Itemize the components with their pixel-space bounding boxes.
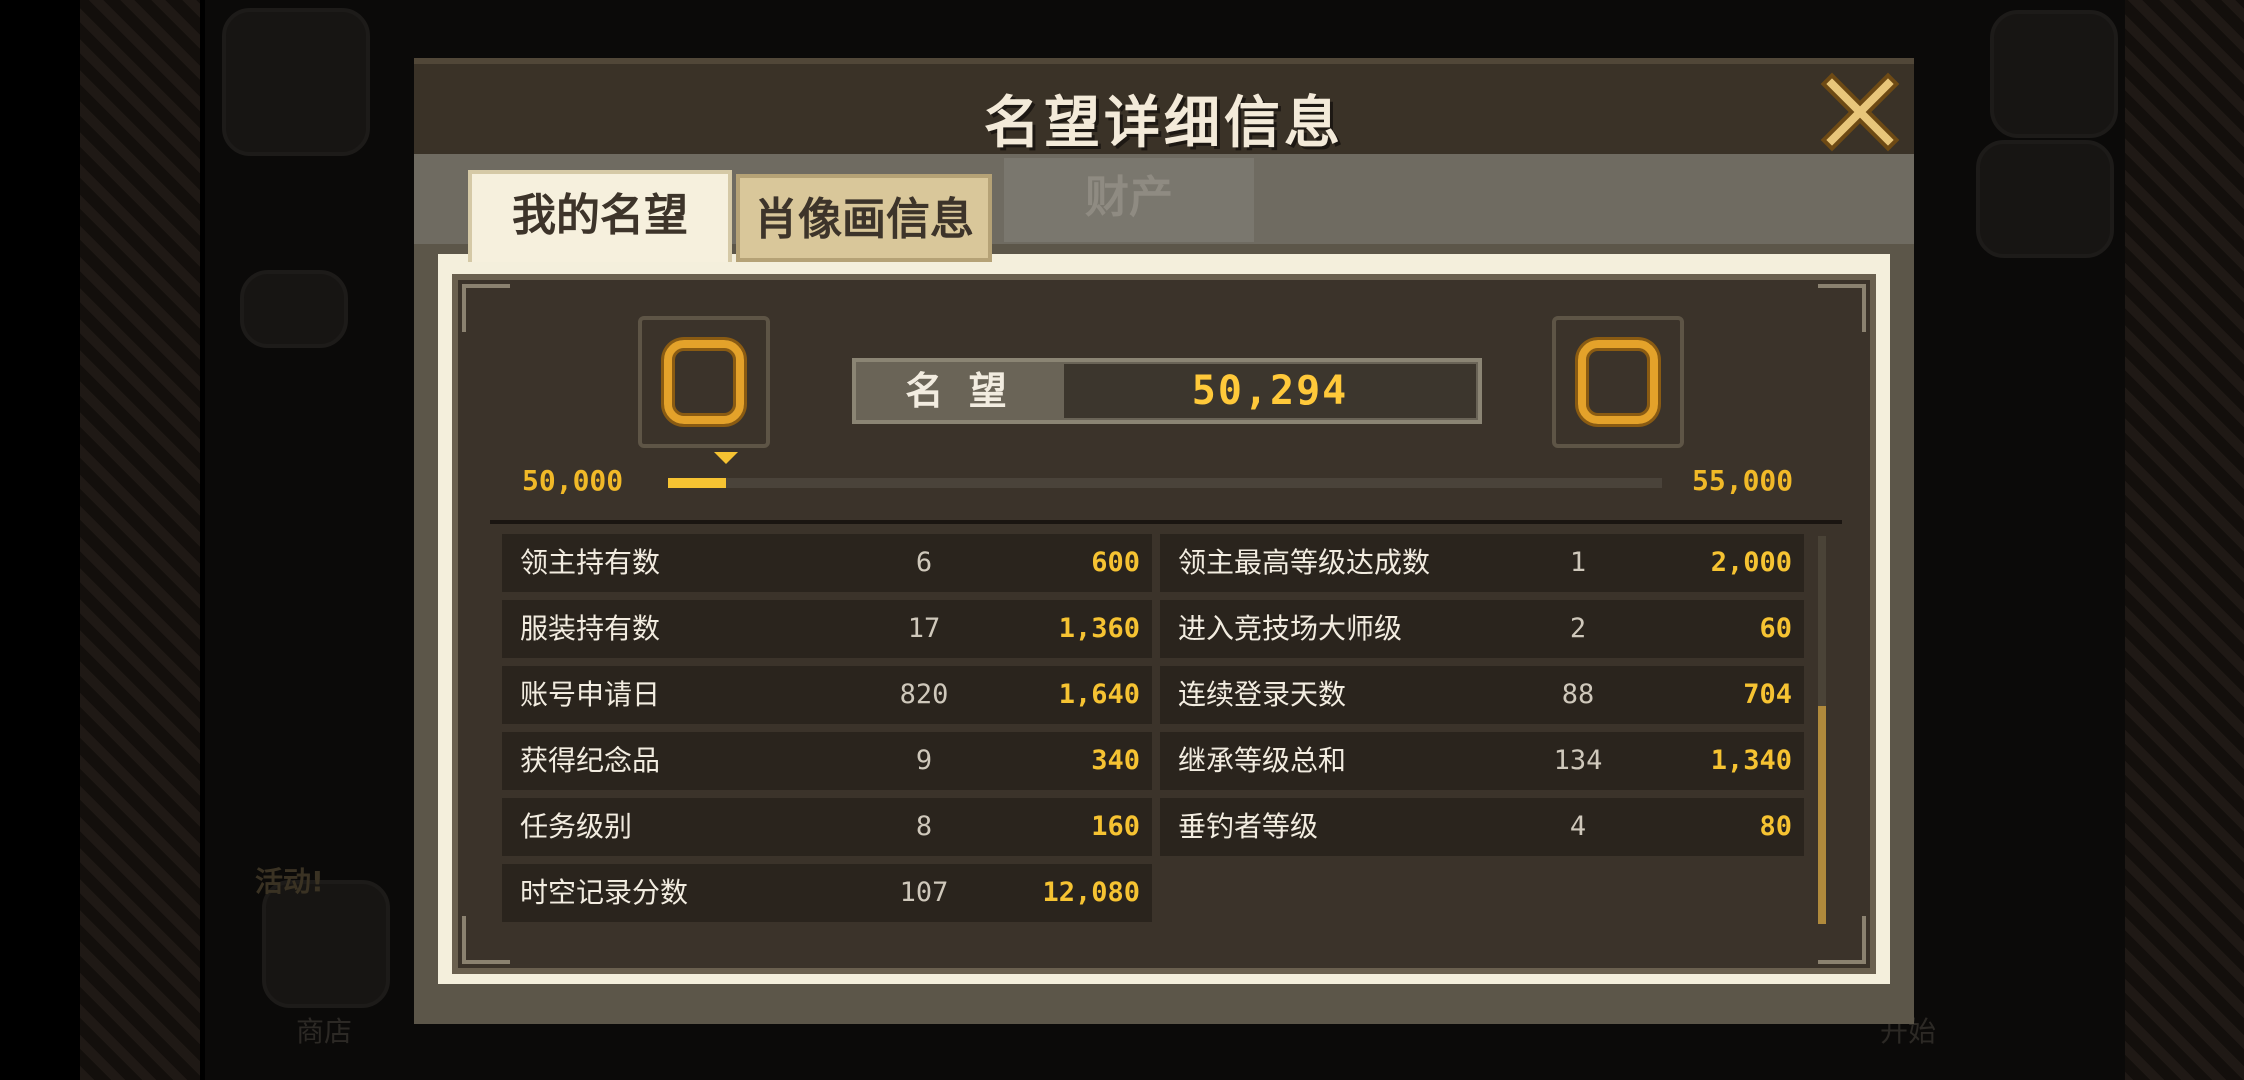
progress-min-label: 50,000	[522, 464, 624, 497]
next-rank-badge	[1552, 316, 1684, 448]
fame-value-box: 50,294	[1064, 364, 1476, 418]
stat-row: 账号申请日 820 1,640	[502, 666, 1152, 724]
stat-row: 进入竞技场大师级 2 60	[1160, 600, 1804, 658]
stat-points: 1,360	[1058, 613, 1140, 644]
stat-points: 1,340	[1710, 745, 1792, 776]
fame-progress-fill	[668, 478, 727, 488]
progress-marker-icon	[714, 452, 739, 464]
stat-points: 340	[1091, 745, 1140, 776]
rank-frame-icon	[664, 340, 744, 424]
tab-assets[interactable]: 财产	[1004, 158, 1254, 242]
stat-points: 704	[1743, 679, 1792, 710]
tab-my-fame[interactable]: 我的名望	[468, 170, 732, 262]
stat-row: 时空记录分数 107 12,080	[502, 864, 1152, 922]
stat-name: 服装持有数	[520, 612, 661, 645]
scrollbar-thumb[interactable]	[1818, 706, 1826, 924]
stat-points: 2,000	[1710, 547, 1792, 578]
corner-ornament	[462, 284, 510, 332]
bg-ornament-right	[2119, 0, 2244, 1080]
stat-row: 获得纪念品 9 340	[502, 732, 1152, 790]
bg-mail-icon	[240, 270, 348, 348]
stat-name: 垂钓者等级	[1178, 810, 1319, 843]
stat-count: 820	[899, 679, 949, 710]
fame-value: 50,294	[1191, 368, 1349, 414]
bg-bottom-label: 商店	[296, 1015, 353, 1048]
stat-count: 17	[907, 613, 941, 644]
stat-row: 服装持有数 17 1,360	[502, 600, 1152, 658]
stat-count: 9	[915, 745, 933, 776]
stat-name: 任务级别	[520, 810, 633, 843]
stat-points: 160	[1091, 811, 1140, 842]
stat-count: 107	[899, 877, 949, 908]
stat-row: 任务级别 8 160	[502, 798, 1152, 856]
stats-left-column: 领主持有数 6 600 服装持有数 17 1,360 账号申请日 820 1,6…	[502, 534, 1152, 930]
stat-row: 垂钓者等级 4 80	[1160, 798, 1804, 856]
stat-name: 领主最高等级达成数	[1178, 546, 1431, 579]
fame-summary: 名 望 50,294	[852, 358, 1482, 424]
stat-name: 时空记录分数	[520, 876, 689, 909]
stat-row: 领主最高等级达成数 1 2,000	[1160, 534, 1804, 592]
stat-name: 连续登录天数	[1178, 678, 1347, 711]
divider	[490, 520, 1842, 524]
stat-name: 继承等级总和	[1178, 744, 1347, 777]
current-rank-badge	[638, 316, 770, 448]
stats-right-column: 领主最高等级达成数 1 2,000 进入竞技场大师级 2 60 连续登录天数 8…	[1160, 534, 1804, 864]
bg-activity-label: 活动!	[255, 865, 324, 898]
stat-count: 6	[915, 547, 933, 578]
stat-points: 12,080	[1042, 877, 1140, 908]
bg-ornament-left	[80, 0, 200, 1080]
bg-hud-icon	[222, 8, 370, 156]
tab-portrait-info[interactable]: 肖像画信息	[736, 174, 992, 262]
fame-label: 名 望	[905, 369, 1013, 413]
rank-frame-icon	[1578, 340, 1658, 424]
stat-count: 1	[1569, 547, 1587, 578]
stat-name: 账号申请日	[520, 678, 661, 711]
stat-points: 60	[1759, 613, 1792, 644]
stat-name: 获得纪念品	[520, 744, 661, 777]
stat-name: 进入竞技场大师级	[1178, 612, 1403, 645]
corner-ornament	[1818, 284, 1866, 332]
stat-count: 4	[1569, 811, 1587, 842]
bg-chest-icon	[1976, 140, 2114, 258]
stat-count: 8	[915, 811, 933, 842]
stat-row: 继承等级总和 134 1,340	[1160, 732, 1804, 790]
stat-row: 领主持有数 6 600	[502, 534, 1152, 592]
progress-max-label: 55,000	[1692, 464, 1794, 497]
stat-points: 600	[1091, 547, 1140, 578]
stat-count: 88	[1561, 679, 1595, 710]
bg-menu-icon	[1990, 10, 2118, 138]
fame-progress-bar	[668, 478, 1662, 488]
stat-name: 领主持有数	[520, 546, 661, 579]
stat-row: 连续登录天数 88 704	[1160, 666, 1804, 724]
stat-count: 134	[1553, 745, 1603, 776]
stat-count: 2	[1569, 613, 1587, 644]
stat-points: 1,640	[1058, 679, 1140, 710]
stats-scrollbar[interactable]	[1818, 536, 1826, 924]
stat-points: 80	[1759, 811, 1792, 842]
